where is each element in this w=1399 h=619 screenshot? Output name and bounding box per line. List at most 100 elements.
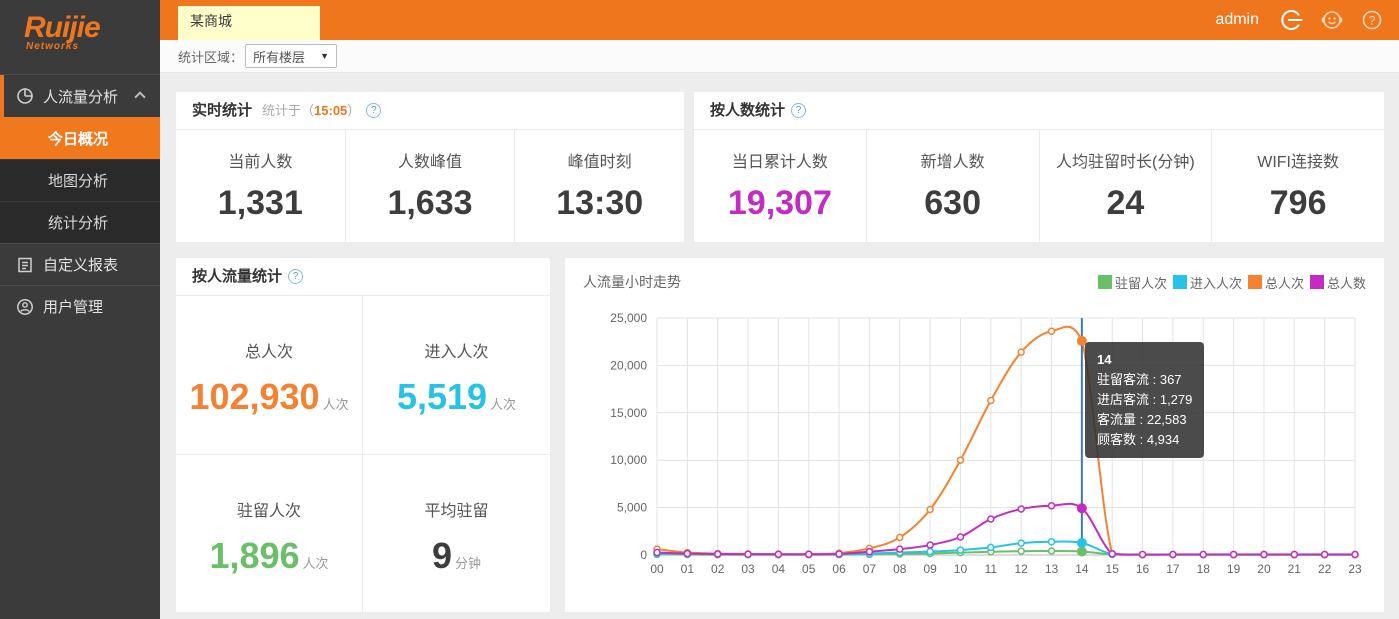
legend-item-total-people[interactable]: 总人数 [1310,273,1366,292]
svg-text:23: 23 [1348,562,1362,576]
legend-swatch-magenta [1310,275,1324,289]
sidebar-item-user-management[interactable]: 用户管理 [0,285,160,327]
sidebar-item-label: 地图分析 [48,170,108,191]
sidebar-item-today-overview[interactable]: 今日概况 [0,117,160,159]
chevron-up-icon [134,91,145,102]
svg-text:22: 22 [1318,562,1332,576]
topbar-right-cluster: admin ? [1215,0,1385,40]
svg-text:?: ? [1369,14,1376,28]
svg-text:02: 02 [711,562,725,576]
user-icon [16,298,34,316]
flow-count-header: 按人流量统计 ? [176,258,550,296]
card-title: 按人流量统计 [192,258,282,296]
filter-bar: 统计区域： 所有楼层 ▼ [160,40,1399,73]
svg-text:10: 10 [954,562,968,576]
legend-swatch-orange [1248,275,1262,289]
svg-text:18: 18 [1197,562,1211,576]
svg-text:20: 20 [1257,562,1271,576]
legend-item-total-visits[interactable]: 总人次 [1248,273,1304,292]
realtime-subtitle: 统计于（15:05） [262,92,360,130]
svg-text:11: 11 [985,562,998,576]
report-icon [16,256,34,274]
svg-text:01: 01 [681,562,695,576]
realtime-stats-card: 实时统计 统计于（15:05） ? 当前人数 1,331 人数峰值 1,633 … [176,92,684,242]
chart-legend: 驻留人次 进入人次 总人次 总人数 [1098,273,1366,292]
svg-text:04: 04 [772,562,786,576]
chart-plot-area[interactable]: 0 5,000 10,000 15,000 20,000 25,000 00 01 02 03 04… [565,292,1384,607]
flow-stats-grid: 总人次 102,930人次 进入人次 5,519人次 驻留人次 1,896人次 … [176,296,550,612]
svg-text:07: 07 [863,562,877,576]
svg-text:00: 00 [650,562,664,576]
topbar: 某商城 admin ? [160,0,1399,40]
sidebar-item-label: 用户管理 [43,296,103,317]
svg-text:15,000: 15,000 [610,406,647,420]
customer-service-icon[interactable] [1319,7,1345,33]
sidebar-item-statistics-analysis[interactable]: 统计分析 [0,201,160,243]
realtime-stats-row: 当前人数 1,331 人数峰值 1,633 峰值时刻 13:30 [176,130,684,242]
sidebar-item-custom-report[interactable]: 自定义报表 [0,243,160,285]
logout-icon[interactable] [1279,7,1305,33]
stat-wifi-connections: WIFI连接数 796 [1212,130,1384,242]
hourly-trend-chart-card: 人流量小时走势 驻留人次 进入人次 总人次 总人数 0 5,000 10,000 15… [565,258,1384,612]
pie-chart-icon [16,87,34,105]
stat-entry-visits: 进入人次 5,519人次 [363,296,550,454]
shop-tab[interactable]: 某商城 [178,6,320,40]
svg-text:20,000: 20,000 [610,358,647,372]
stat-new-people: 新增人数 630 [867,130,1040,242]
svg-text:13: 13 [1045,562,1059,576]
legend-swatch-green [1098,275,1112,289]
traffic-chart-svg: 0 5,000 10,000 15,000 20,000 25,000 00 01 02 03 04… [565,292,1384,602]
chart-title: 人流量小时走势 [583,272,681,292]
legend-swatch-cyan [1173,275,1187,289]
logo-brand-text: Ruijie [24,12,160,44]
sidebar-item-label: 今日概况 [48,128,108,149]
stat-avg-stay-minutes: 平均驻留 9分钟 [363,454,550,612]
svg-text:03: 03 [741,562,755,576]
svg-text:21: 21 [1288,562,1302,576]
svg-text:12: 12 [1014,562,1028,576]
area-select-value: 所有楼层 [253,47,305,66]
stat-stay-visits: 驻留人次 1,896人次 [176,454,363,612]
svg-text:17: 17 [1166,562,1180,576]
chevron-down-icon: ▼ [320,51,329,61]
help-circle-icon[interactable]: ? [288,269,303,284]
sidebar: Ruijie Networks 人流量分析 今日概况 地图分析 统计分析 自定义… [0,0,160,619]
stat-daily-total: 当日累计人数 19,307 [694,130,867,242]
svg-text:14: 14 [1075,562,1089,576]
stat-avg-stay: 人均驻留时长(分钟) 24 [1040,130,1213,242]
svg-text:5,000: 5,000 [617,501,647,515]
help-icon[interactable]: ? [1359,7,1385,33]
svg-text:06: 06 [832,562,846,576]
svg-text:10,000: 10,000 [610,453,647,467]
svg-text:15: 15 [1106,562,1120,576]
svg-text:05: 05 [802,562,816,576]
people-count-card: 按人数统计 ? 当日累计人数 19,307 新增人数 630 人均驻留时长(分钟… [694,92,1384,242]
sidebar-item-map-analysis[interactable]: 地图分析 [0,159,160,201]
svg-text:08: 08 [893,562,907,576]
ruijie-logo: Ruijie Networks [0,0,160,75]
help-circle-icon[interactable]: ? [791,103,806,118]
stat-total-visits: 总人次 102,930人次 [176,296,363,454]
card-title: 按人数统计 [710,92,785,130]
sidebar-item-traffic-analysis[interactable]: 人流量分析 [0,75,160,117]
realtime-time: 15:05 [314,103,347,118]
svg-text:25,000: 25,000 [610,311,647,325]
admin-user-label[interactable]: admin [1215,11,1259,29]
svg-text:19: 19 [1227,562,1241,576]
legend-item-entry[interactable]: 进入人次 [1173,273,1242,292]
svg-text:0: 0 [640,548,647,562]
stat-peak-time: 峰值时刻 13:30 [515,130,684,242]
sidebar-item-label: 统计分析 [48,212,108,233]
stat-current-people: 当前人数 1,331 [176,130,346,242]
realtime-card-header: 实时统计 统计于（15:05） ? [176,92,684,130]
card-title: 实时统计 [192,92,252,130]
help-circle-icon[interactable]: ? [366,103,381,118]
area-filter-label: 统计区域： [178,47,243,66]
legend-item-stay[interactable]: 驻留人次 [1098,273,1167,292]
stat-peak-people: 人数峰值 1,633 [346,130,516,242]
people-count-stats-row: 当日累计人数 19,307 新增人数 630 人均驻留时长(分钟) 24 WIF… [694,130,1384,242]
area-select-dropdown[interactable]: 所有楼层 ▼ [245,44,337,68]
sidebar-item-label: 自定义报表 [43,254,118,275]
svg-text:09: 09 [923,562,937,576]
people-count-header: 按人数统计 ? [694,92,1384,130]
